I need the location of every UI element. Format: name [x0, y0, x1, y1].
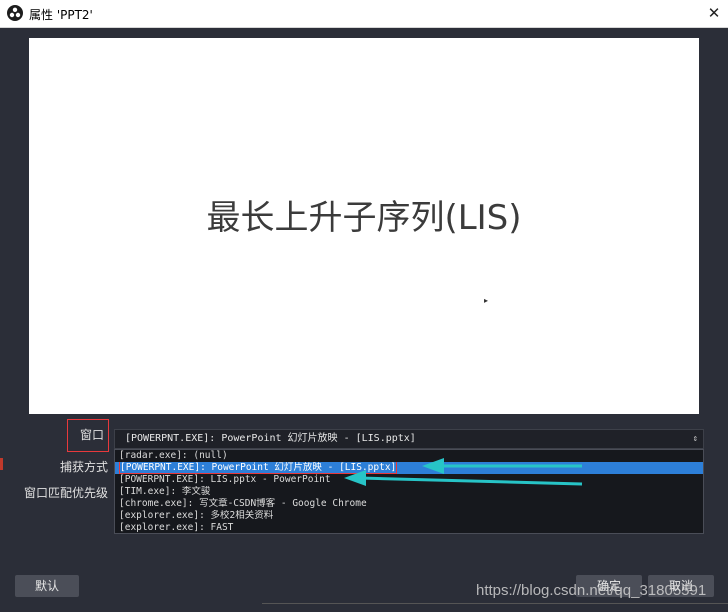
default-button[interactable]: 默认 [15, 575, 79, 597]
arrow-icon [422, 458, 582, 474]
watermark: https://blog.csdn.net/qq_31805591 [476, 582, 707, 599]
annotation-arrows [344, 458, 583, 486]
arrow-icon [344, 470, 583, 486]
